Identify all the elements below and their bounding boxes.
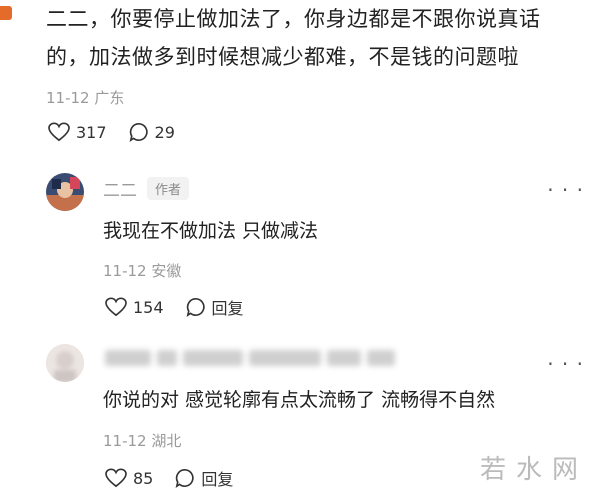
watermark-text: 若水网 (479, 455, 588, 485)
like-count: 317 (76, 122, 107, 142)
reply-button[interactable]: 回复 (175, 466, 233, 490)
top-comment-line-2: 的，加法做多到时候想减少都难，不是钱的问题啦 (46, 45, 519, 69)
like-count: 85 (133, 468, 154, 488)
reply1-date: 11-12 (103, 262, 147, 280)
like-count: 154 (133, 297, 164, 317)
heart-icon (48, 122, 70, 142)
top-comment-date: 11-12 (46, 89, 90, 107)
heart-icon (105, 468, 127, 488)
like-button[interactable]: 154 (105, 297, 164, 317)
reply-count: 29 (154, 122, 175, 142)
reply-label: 回复 (211, 299, 244, 318)
reply1-author-name[interactable]: 二二 (103, 176, 137, 201)
avatar[interactable] (46, 173, 84, 211)
top-comment: 二二，你要停止做加法了，你身边都是不跟你说真话 的，加法做多到时候想减少都难，不… (46, 0, 586, 76)
reply-label: 回复 (201, 470, 234, 489)
like-button[interactable]: 85 (105, 468, 153, 488)
chat-bubble-icon (175, 468, 195, 488)
author-badge: 作者 (147, 177, 190, 200)
reply2-actions: 85 回复 (105, 466, 255, 490)
chat-bubble-icon (129, 122, 148, 142)
reply-count-button[interactable]: 29 (129, 122, 175, 142)
reply2-blurred-name (105, 350, 401, 366)
corner-badge (0, 6, 12, 20)
reply2-meta: 11-12 湖北 (103, 430, 181, 451)
reply1-text: 我现在不做加法 只做减法 (103, 220, 319, 242)
heart-icon (105, 297, 127, 317)
like-button[interactable]: 317 (48, 122, 107, 142)
top-comment-meta: 11-12 广东 (46, 87, 124, 108)
top-comment-location: 广东 (94, 89, 125, 107)
top-comment-line-1: 二二，你要停止做加法了，你身边都是不跟你说真话 (46, 7, 541, 31)
chat-bubble-icon (186, 297, 205, 317)
reply1-name-row: 二二 作者 (103, 176, 190, 201)
more-dots-icon[interactable]: · · · (547, 178, 584, 202)
reply2-location: 湖北 (151, 432, 182, 450)
reply1-meta: 11-12 安徽 (103, 260, 181, 281)
reply1-location: 安徽 (151, 262, 182, 280)
avatar[interactable] (46, 344, 84, 382)
reply-button[interactable]: 回复 (186, 295, 244, 319)
top-comment-actions: 317 29 (48, 122, 197, 142)
site-watermark: 若水网 (480, 449, 588, 486)
reply2-date: 11-12 (103, 432, 147, 450)
reply2-text: 你说的对 感觉轮廓有点太流畅了 流畅得不自然 (103, 389, 496, 411)
reply1-actions: 154 回复 (105, 295, 266, 319)
more-dots-icon[interactable]: · · · (547, 352, 584, 376)
